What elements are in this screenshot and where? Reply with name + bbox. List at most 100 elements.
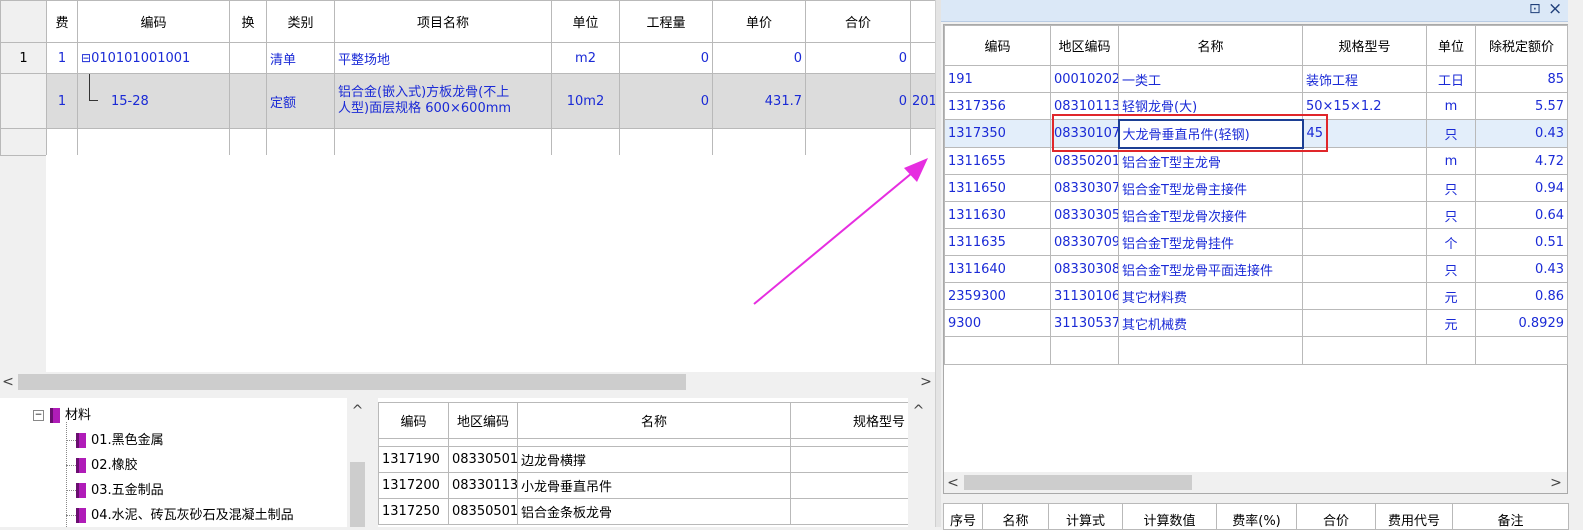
area-code-cell[interactable]: 31130106 (1050, 282, 1119, 310)
quantity-cell[interactable]: 0 (619, 42, 713, 74)
col-header-code[interactable]: 编码 (77, 0, 230, 43)
empty-cell[interactable] (77, 128, 230, 156)
clipped-cell[interactable] (448, 438, 518, 447)
area-code-cell[interactable]: 08330308 (1050, 255, 1119, 283)
col-header-swap[interactable]: 换 (229, 0, 267, 43)
spec-cell[interactable] (790, 446, 909, 473)
spec-cell[interactable] (1302, 201, 1427, 229)
name-cell[interactable]: 铝合金条板龙骨 (517, 498, 791, 525)
fee-cell[interactable]: 1 (46, 42, 78, 74)
empty-cell[interactable] (1050, 336, 1119, 365)
table-row[interactable] (944, 336, 1568, 365)
price-cell[interactable]: 5.57 (1475, 92, 1568, 120)
table-row[interactable] (378, 438, 909, 447)
scroll-right-arrow[interactable]: > (918, 375, 934, 389)
type-cell[interactable]: 清单 (266, 42, 335, 74)
table-row[interactable]: 1317250 08350501 铝合金条板龙骨 (378, 498, 909, 525)
table-row[interactable]: 1317190 08330501 边龙骨横撑 (378, 446, 909, 473)
empty-cell[interactable] (46, 128, 78, 156)
spec-cell[interactable] (1302, 255, 1427, 283)
unit-price-cell[interactable]: 0 (712, 42, 806, 74)
table-row[interactable]: 1311630 08330305 铝合金T型龙骨次接件 只 0.64 (944, 201, 1568, 229)
area-code-cell[interactable]: 08330501 (448, 446, 518, 473)
empty-cell[interactable] (1475, 336, 1568, 365)
col-header-item-name[interactable]: 项目名称 (334, 0, 552, 43)
tree-item-rubber[interactable]: 02.橡胶 (66, 454, 138, 473)
unit-cell[interactable]: m (1426, 92, 1476, 120)
col-header-area-code[interactable]: 地区编码 (1050, 25, 1119, 66)
table-row[interactable]: 1 1 ⊟010101001001 清单 平整场地 m2 0 0 0 (0, 42, 936, 74)
spec-cell[interactable] (1302, 282, 1427, 310)
empty-cell[interactable] (1118, 336, 1303, 365)
row-number[interactable] (0, 73, 47, 129)
unit-price-cell[interactable]: 431.7 (712, 73, 806, 129)
col-header-extra[interactable] (910, 0, 936, 43)
col-header-formula[interactable]: 计算式 (1048, 503, 1123, 530)
row-number[interactable]: 1 (0, 42, 47, 74)
clipped-cell[interactable] (517, 438, 791, 447)
code-cell[interactable]: 1311630 (944, 201, 1051, 229)
col-header-total[interactable]: 合价 (1296, 503, 1376, 530)
name-cell[interactable]: 铝合金T型龙骨主接件 (1118, 174, 1303, 202)
item-name-cell[interactable]: 铝合金(嵌入式)方板龙骨(不上 人型)面层规格 600×600mm (334, 73, 552, 129)
price-cell[interactable]: 0.94 (1475, 174, 1568, 202)
row-number[interactable] (0, 128, 47, 156)
col-header-spec[interactable]: 规格型号 (790, 402, 909, 439)
name-cell[interactable]: 边龙骨横撑 (517, 446, 791, 473)
price-cell[interactable]: 0.86 (1475, 282, 1568, 310)
area-code-cell[interactable]: 08330709 (1050, 228, 1119, 256)
col-header-name[interactable]: 名称 (517, 402, 791, 439)
unit-cell[interactable]: 个 (1426, 228, 1476, 256)
empty-cell[interactable] (334, 128, 552, 156)
price-cell[interactable]: 85 (1475, 65, 1568, 93)
empty-cell[interactable] (266, 128, 335, 156)
tree-item-ferrous-metal[interactable]: 01.黑色金属 (66, 429, 164, 448)
spec-cell[interactable] (1302, 309, 1427, 337)
table-row[interactable]: 9300 31130537 其它机械费 元 0.8929 (944, 309, 1568, 337)
col-header-type[interactable]: 类别 (266, 0, 335, 43)
tree-vscrollbar[interactable]: ^ (347, 398, 368, 527)
spec-cell[interactable] (1302, 174, 1427, 202)
code-cell[interactable]: 1317250 (378, 498, 449, 525)
price-cell[interactable]: 0.43 (1475, 255, 1568, 283)
col-header-code[interactable]: 编码 (378, 402, 449, 439)
unit-cell[interactable]: 只 (1426, 255, 1476, 283)
code-cell[interactable]: 2359300 (944, 282, 1051, 310)
total-cell[interactable]: 0 (805, 42, 911, 74)
empty-cell[interactable] (1302, 336, 1427, 365)
scroll-left-arrow[interactable]: < (0, 375, 16, 389)
unit-cell[interactable]: m (1426, 147, 1476, 175)
col-header-fee[interactable]: 费 (46, 0, 78, 43)
resource-grid-hscrollbar[interactable]: < > (944, 472, 1567, 493)
name-cell[interactable]: 其它机械费 (1118, 309, 1303, 337)
col-header-total[interactable]: 合价 (805, 0, 911, 43)
type-cell[interactable]: 定额 (266, 73, 335, 129)
spec-cell[interactable] (790, 498, 909, 525)
area-code-cell[interactable]: 08330307 (1050, 174, 1119, 202)
scroll-left-arrow[interactable]: < (946, 476, 960, 490)
code-cell[interactable]: 1317190 (378, 446, 449, 473)
table-row[interactable]: 1 15-28 定额 铝合金(嵌入式)方板龙骨(不上 人型)面层规格 600×6… (0, 73, 936, 129)
swap-cell[interactable] (229, 73, 267, 129)
col-header-area-code[interactable]: 地区编码 (448, 402, 518, 439)
unit-cell[interactable]: 只 (1426, 174, 1476, 202)
tree-item-hardware[interactable]: 03.五金制品 (66, 479, 164, 498)
empty-cell[interactable] (551, 128, 620, 156)
scroll-right-arrow[interactable]: > (1549, 476, 1563, 490)
table-row[interactable]: 1311640 08330308 铝合金T型龙骨平面连接件 只 0.43 (944, 255, 1568, 283)
code-cell[interactable]: 1311635 (944, 228, 1051, 256)
price-cell[interactable]: 0.51 (1475, 228, 1568, 256)
price-cell[interactable]: 0.64 (1475, 201, 1568, 229)
table-row[interactable]: 1317200 08330113 小龙骨垂直吊件 (378, 472, 909, 499)
item-name-cell[interactable]: 平整场地 (334, 42, 552, 74)
clipped-cell[interactable] (378, 438, 449, 447)
col-header-name[interactable]: 名称 (982, 503, 1049, 530)
area-code-cell[interactable]: 08330113 (448, 472, 518, 499)
code-cell[interactable]: 1311650 (944, 174, 1051, 202)
col-header-code[interactable]: 编码 (944, 25, 1051, 66)
col-header-spec[interactable]: 规格型号 (1302, 25, 1427, 66)
spec-cell[interactable]: 装饰工程 (1302, 65, 1427, 93)
unit-cell[interactable]: 元 (1426, 282, 1476, 310)
code-cell[interactable]: 1317200 (378, 472, 449, 499)
material-list-vscrollbar[interactable]: ^ (908, 398, 929, 527)
